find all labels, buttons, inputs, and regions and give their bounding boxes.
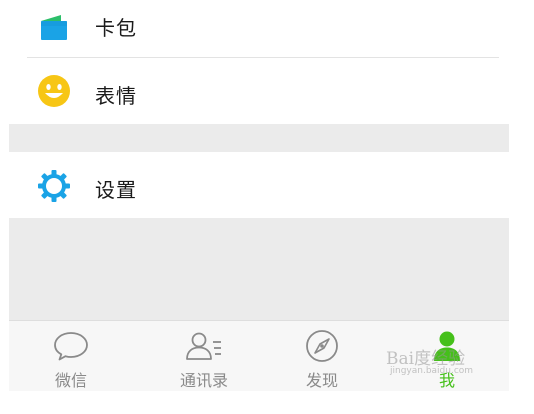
person-icon [427, 329, 467, 363]
tab-chats[interactable]: 微信 [21, 321, 121, 391]
chat-bubble-icon [51, 329, 91, 363]
tab-contacts[interactable]: 通讯录 [154, 321, 254, 391]
tab-chats-label: 微信 [54, 371, 87, 390]
stickers-label: 表情 [95, 84, 137, 108]
tab-discover-label: 发现 [305, 371, 338, 390]
gear-icon [37, 169, 71, 203]
menu-item-card-wallet[interactable]: 卡包 [9, 0, 509, 56]
bottom-tab-bar: 微信 通讯录 发现 我 [9, 320, 509, 391]
tab-discover[interactable]: 发现 [272, 321, 372, 391]
tab-contacts-label: 通讯录 [179, 371, 228, 390]
card-wallet-label: 卡包 [95, 16, 137, 40]
menu-item-stickers[interactable]: 表情 [9, 58, 509, 124]
contacts-icon [184, 329, 224, 363]
compass-icon [302, 329, 342, 363]
menu-group-settings: 设置 [9, 152, 509, 218]
wechat-me-page: 卡包 表情 设置 微信 通讯录 发现 我 [9, 0, 509, 391]
tab-me-label: 我 [438, 371, 455, 390]
tab-me[interactable]: 我 [397, 321, 497, 391]
screen: 卡包 表情 设置 微信 通讯录 发现 我 Bai度经验 jingyan.baid… [0, 0, 534, 414]
smiley-icon [37, 74, 71, 108]
card-wallet-icon [37, 10, 71, 44]
menu-group-wallet-stickers: 卡包 表情 [9, 0, 509, 124]
menu-item-settings[interactable]: 设置 [9, 152, 509, 218]
settings-label: 设置 [95, 178, 137, 202]
